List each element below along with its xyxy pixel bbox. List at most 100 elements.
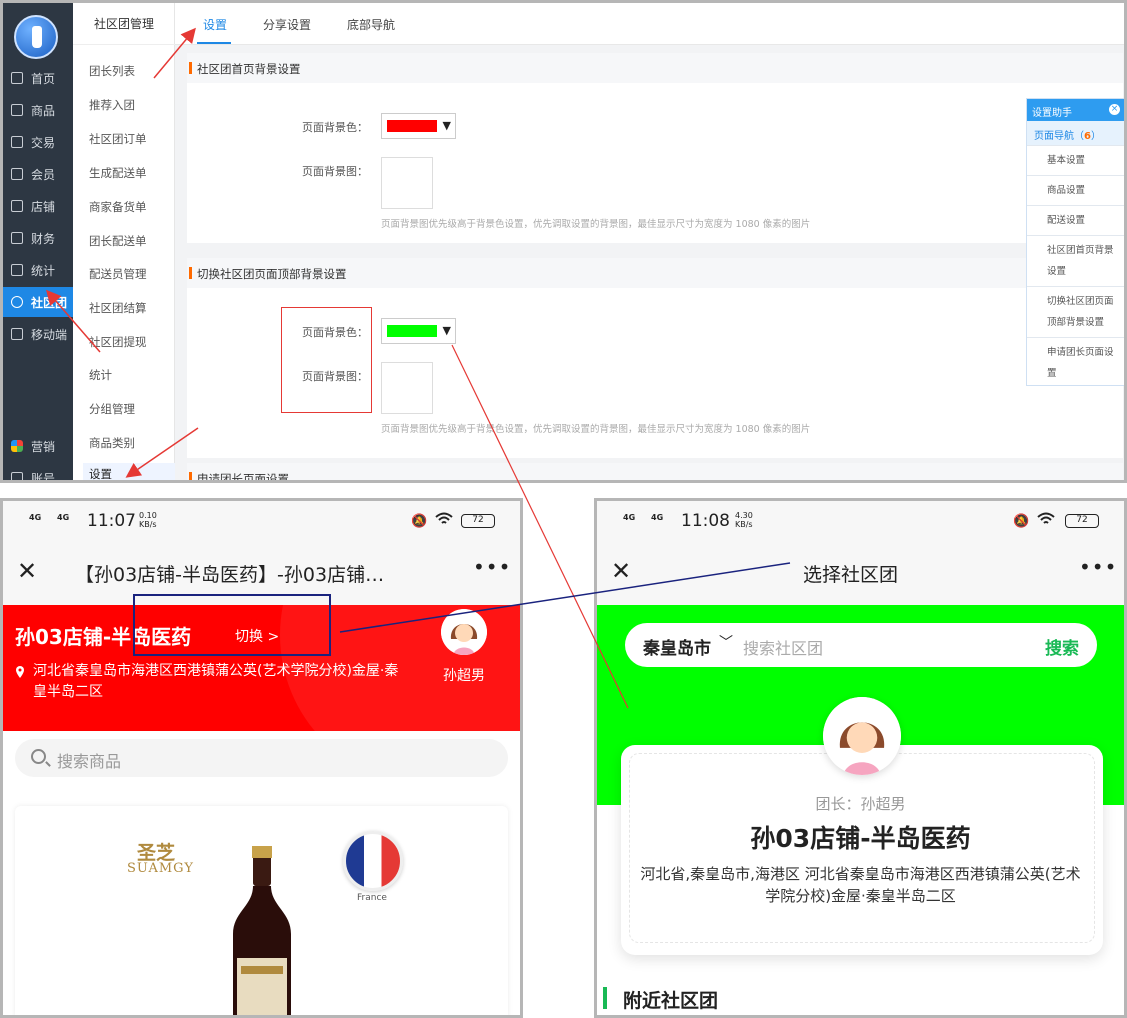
tab-bottom-nav[interactable]: 底部导航 [347,16,395,33]
section-header: 切换社区团页面顶部背景设置 [187,258,1123,288]
section-home-background: 社区团首页背景设置 页面背景色： ▼ 页面背景图： 页面背景图优先级高于背景色设… [187,53,1123,243]
helper-link[interactable]: 社区团首页背景设置 [1027,235,1124,286]
caret-down-icon: ▼ [442,119,451,132]
sub-nav-item[interactable]: 生成配送单 [89,165,147,181]
page-title: 【孙03店铺-半岛医药】-孙03店铺… [75,564,385,586]
rail-item-community[interactable]: 社区团 [3,287,73,317]
highlight-box [281,307,372,413]
rail-item-store[interactable]: 店铺 [3,191,73,221]
close-icon[interactable]: ✕ [611,557,631,585]
section-accent-bar [603,987,607,1009]
community-address: 河北省,秦皇岛市,海港区 河北省秦皇岛市海港区西港镇蒲公英(艺术学院分校)金屋·… [640,865,1081,905]
sub-nav-item[interactable]: 团长配送单 [89,233,147,249]
rail-item-stats[interactable]: 统计 [3,255,73,285]
bar-chart-icon [11,264,23,276]
sub-nav-item[interactable]: 团长列表 [89,63,135,79]
yen-icon [11,232,23,244]
sub-nav-item[interactable]: 社区团结算 [89,300,147,316]
helper-link[interactable]: 基本设置 [1027,145,1124,175]
section-header: 申请团长页面设置 [187,463,1123,480]
sub-nav-item[interactable]: 分组管理 [89,401,135,417]
admin-panel: 首页 商品 交易 会员 店铺 财务 统计 社区团 移动端 营销 账号 社区团管理… [0,0,1127,483]
community-search-input[interactable]: 搜索社区团 [743,635,823,659]
net-speed-unit: KB/s [139,520,157,529]
sub-nav-item[interactable]: 商品类别 [89,435,135,451]
helper-link[interactable]: 商品设置 [1027,175,1124,205]
helper-link[interactable]: 申请团长页面设置 [1027,337,1124,388]
signal-icon: 4G [623,513,636,522]
helper-nav-close-paren: ） [1090,131,1101,142]
city-selector[interactable]: 秦皇岛市 [643,634,711,659]
net-speed-value: 0.10 [139,511,157,520]
left-rail: 首页 商品 交易 会员 店铺 财务 统计 社区团 移动端 营销 账号 [3,3,73,483]
product-search-input[interactable]: 搜索商品 [15,739,508,777]
phone-choose-community: 4G 4G 11:08 4.30 KB/s 🔕 72 ✕ 选择社区团 ••• 秦皇… [594,498,1127,1018]
color-swatch [387,120,437,132]
tab-settings[interactable]: 设置 [203,16,227,33]
rail-label: 账号 [31,471,56,483]
section-apply-leader: 申请团长页面设置 [187,463,1123,480]
sub-nav-item[interactable]: 统计 [89,367,112,383]
bg-image-upload[interactable] [381,157,433,209]
sub-nav-item-settings[interactable]: 设置 [83,463,175,480]
search-button[interactable]: 搜索 [1045,634,1079,659]
close-icon[interactable]: × [1109,104,1120,115]
active-tab-indicator [197,42,231,44]
rail-item-mobile[interactable]: 移动端 [3,319,73,349]
bg-color-picker[interactable]: ▼ [381,318,456,344]
rail-label: 交易 [31,135,56,150]
rail-item-finance[interactable]: 财务 [3,223,73,253]
rail-item-goods[interactable]: 商品 [3,95,73,125]
store-icon [11,200,23,212]
more-icon[interactable]: ••• [1079,555,1117,579]
chevron-down-icon[interactable]: ﹀ [719,632,733,652]
rail-item-marketing[interactable]: 营销 [3,431,73,461]
tab-share-settings[interactable]: 分享设置 [263,16,311,33]
settings-helper-panel: 设置助手 × 页面导航（6） 基本设置 商品设置 配送设置 社区团首页背景设置 … [1026,98,1124,388]
sub-nav-item[interactable]: 商家备货单 [89,199,147,215]
section-title: 社区团首页背景设置 [197,62,301,76]
nav-bar: ✕ 选择社区团 ••• [597,543,1124,605]
avatar[interactable] [441,609,487,655]
helper-nav-count: 6 [1084,131,1091,142]
section-header: 社区团首页背景设置 [187,53,1123,83]
rail-item-account[interactable]: 账号 [3,463,73,483]
sub-nav-item[interactable]: 推荐入团 [89,97,135,113]
bg-color-label: 页面背景色： [302,121,368,134]
color-swatch [387,325,437,337]
close-icon[interactable]: ✕ [17,557,37,585]
apps-icon [11,440,23,452]
signal-icon: 4G [29,513,42,522]
avatar [823,697,901,775]
rail-item-member[interactable]: 会员 [3,159,73,189]
rail-label: 会员 [31,167,56,182]
bg-image-upload[interactable] [381,362,433,414]
clock: 11:08 [681,511,730,531]
status-bar: 4G 4G 11:07 0.10 KB/s 🔕 72 [3,501,520,543]
user-icon [11,168,23,180]
rail-label: 商品 [31,103,56,118]
rail-item-home[interactable]: 首页 [3,63,73,93]
battery-icon: 72 [461,514,495,528]
more-icon[interactable]: ••• [473,555,511,579]
tab-bar: 设置 分享设置 底部导航 [175,3,1124,45]
tag-icon [11,104,23,116]
rail-label: 财务 [31,231,56,246]
helper-link[interactable]: 配送设置 [1027,205,1124,235]
rail-item-trade[interactable]: 交易 [3,127,73,157]
sub-nav: 社区团管理 团长列表 推荐入团 社区团订单 生成配送单 商家备货单 团长配送单 … [73,3,175,480]
sub-nav-item[interactable]: 社区团提现 [89,334,147,350]
bg-color-picker[interactable]: ▼ [381,113,456,139]
helper-link[interactable]: 切换社区团页面顶部背景设置 [1027,286,1124,337]
wifi-icon [1037,512,1055,524]
sub-nav-item[interactable]: 配送员管理 [89,266,147,282]
monitor-icon [11,72,23,84]
sub-nav-item[interactable]: 社区团订单 [89,131,147,147]
section-switch-background: 切换社区团页面顶部背景设置 页面背景色： ▼ 页面背景图： 页面背景图优先级高于… [187,258,1123,458]
signal-icon: 4G [651,513,664,522]
page-title: 选择社区团 [803,564,899,586]
search-placeholder: 搜索商品 [57,752,122,771]
highlight-box [133,594,331,656]
community-name: 孙03店铺-半岛医药 [750,824,971,853]
leader-name: 孙超男 [443,668,485,684]
